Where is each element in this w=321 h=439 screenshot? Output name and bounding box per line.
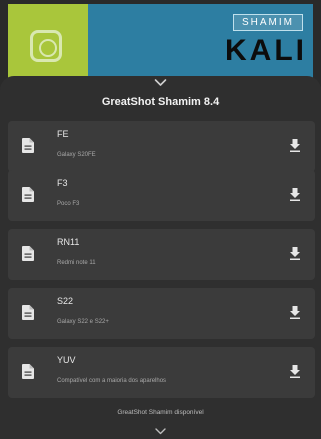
- item-title: FE: [57, 129, 69, 139]
- camera-app-logo-icon: [30, 30, 62, 62]
- item-title: S22: [57, 296, 74, 306]
- document-icon: [22, 187, 34, 202]
- list-item[interactable]: RN11 Redmi note 11: [8, 229, 315, 280]
- item-title: YUV: [57, 355, 76, 365]
- item-title: RN11: [57, 237, 80, 247]
- bottom-sheet: GreatShot Shamim 8.4 FE Galaxy S20FE F3 …: [0, 76, 321, 439]
- item-subtitle: Poco F3: [57, 201, 80, 207]
- sheet-title: GreatShot Shamim 8.4: [101, 96, 220, 108]
- item-subtitle: Redmi note 11: [57, 260, 96, 266]
- availability-note: GreatShot Shamim disponível: [117, 409, 204, 416]
- item-subtitle: Galaxy S20FE: [57, 152, 96, 158]
- chevron-down-icon[interactable]: [155, 428, 166, 435]
- document-icon: [22, 246, 34, 261]
- download-icon[interactable]: [289, 247, 301, 260]
- list-item[interactable]: YUV Compatível com a maioria dos aparelh…: [8, 347, 315, 398]
- download-icon[interactable]: [289, 306, 301, 319]
- download-icon[interactable]: [289, 188, 301, 201]
- banner-word: KALI: [225, 34, 307, 67]
- list-item[interactable]: FE Galaxy S20FE: [8, 121, 315, 172]
- banner-tag: SHAMIM: [233, 14, 303, 31]
- document-icon: [22, 305, 34, 320]
- list-item[interactable]: F3 Poco F3: [8, 170, 315, 221]
- download-icon[interactable]: [289, 365, 301, 378]
- item-title: F3: [57, 178, 68, 188]
- item-subtitle: Galaxy S22 e S22+: [57, 319, 109, 325]
- item-subtitle: Compatível com a maioria dos aparelhos: [57, 378, 167, 384]
- document-icon: [22, 364, 34, 379]
- download-icon[interactable]: [289, 139, 301, 152]
- chevron-down-icon[interactable]: [154, 78, 167, 87]
- list-item[interactable]: S22 Galaxy S22 e S22+: [8, 288, 315, 339]
- document-icon: [22, 138, 34, 153]
